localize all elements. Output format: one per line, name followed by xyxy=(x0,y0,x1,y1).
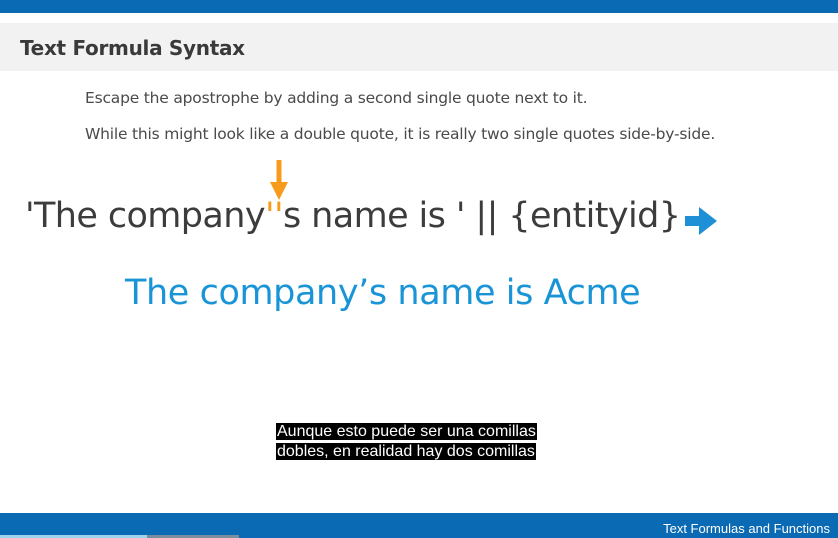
top-bar xyxy=(0,0,838,13)
formula-before: 'The company xyxy=(25,196,266,236)
subtitle-line-2: dobles, en realidad hay dos comillas xyxy=(276,443,536,460)
formula-escaped-quotes: '' xyxy=(264,196,284,236)
slide: Text Formula Syntax Escape the apostroph… xyxy=(0,0,838,538)
result-text: The company’s name is Acme xyxy=(125,273,641,313)
body-line-1: Escape the apostrophe by adding a second… xyxy=(85,89,588,107)
arrow-right-icon xyxy=(685,207,717,235)
footer-course-title: Text Formulas and Functions xyxy=(663,521,830,536)
subtitle-line-1: Aunque esto puede ser una comillas xyxy=(276,423,537,440)
slide-title: Text Formula Syntax xyxy=(20,36,245,60)
formula-after: s name is ' || {entityid} xyxy=(283,196,681,236)
video-subtitle: Aunque esto puede ser una comillas doble… xyxy=(276,422,562,462)
body-line-2: While this might look like a double quot… xyxy=(85,125,716,143)
formula-text: 'The company''s name is ' || {entityid} xyxy=(25,196,681,236)
